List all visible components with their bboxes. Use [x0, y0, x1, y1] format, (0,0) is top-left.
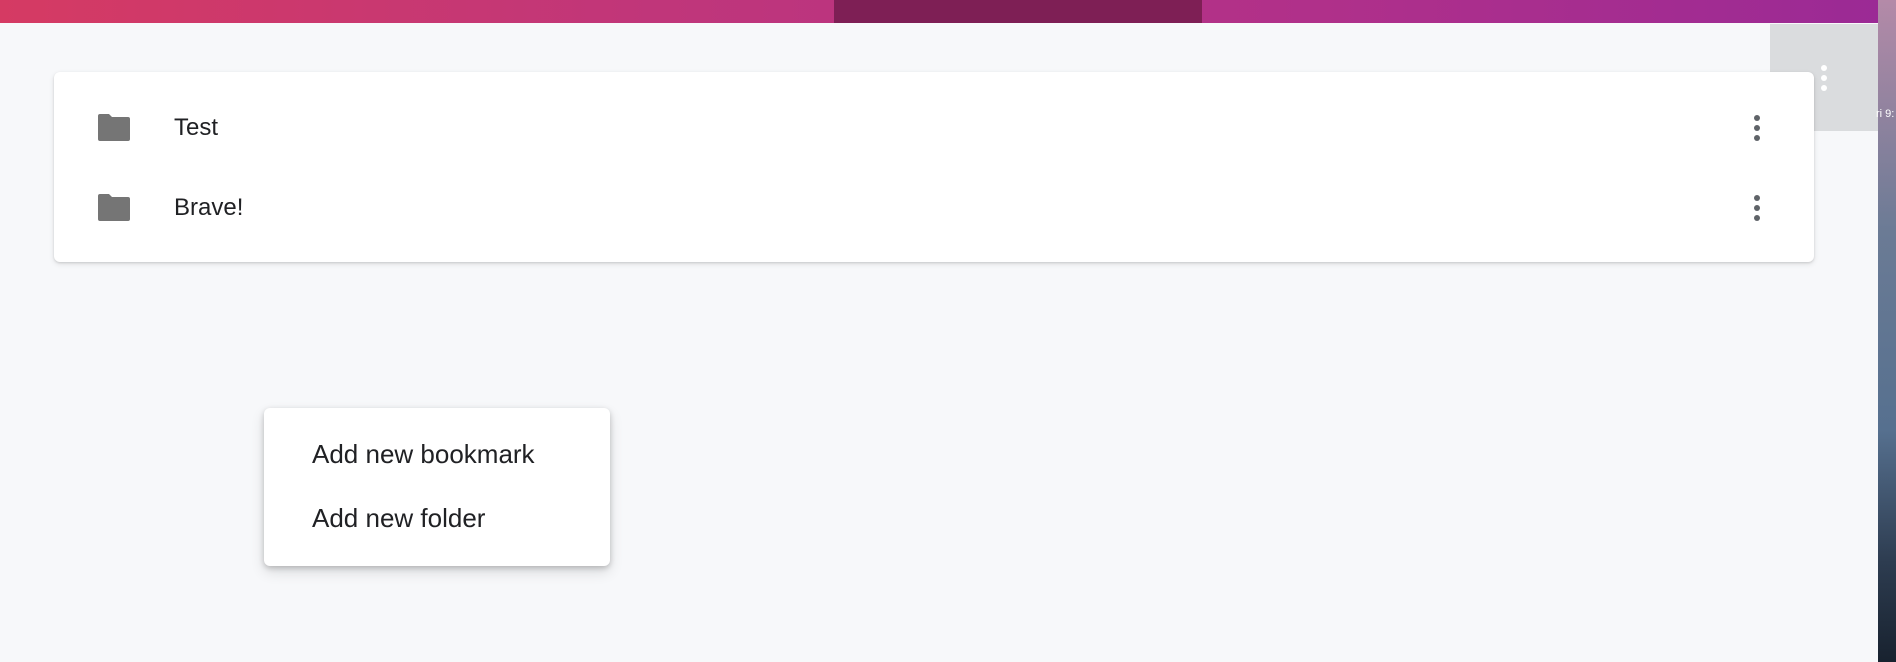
more-vert-icon	[1754, 115, 1760, 141]
folder-icon	[98, 194, 130, 221]
folder-row-menu-button[interactable]	[1742, 106, 1772, 150]
add-new-folder-menu-item[interactable]: Add new folder	[264, 490, 610, 546]
folder-name: Test	[174, 114, 219, 141]
desktop-clock-text: ri 9:	[1876, 108, 1895, 120]
more-vert-icon	[1821, 64, 1827, 91]
folder-list-card: Test Brave!	[54, 72, 1814, 262]
folder-name: Brave!	[174, 194, 244, 221]
folder-row-menu-button[interactable]	[1742, 186, 1772, 230]
menu-item-label: Add new folder	[312, 502, 486, 533]
more-vert-icon	[1754, 195, 1760, 221]
add-new-bookmark-menu-item[interactable]: Add new bookmark	[264, 426, 610, 482]
menu-item-label: Add new bookmark	[312, 438, 535, 469]
folder-row[interactable]: Test	[54, 88, 1814, 168]
folder-row[interactable]: Brave!	[54, 168, 1814, 248]
top-bar-active-segment	[834, 0, 1202, 23]
folder-icon	[98, 114, 130, 141]
desktop-wallpaper-edge	[1878, 0, 1896, 662]
context-menu: Add new bookmark Add new folder	[264, 408, 610, 566]
